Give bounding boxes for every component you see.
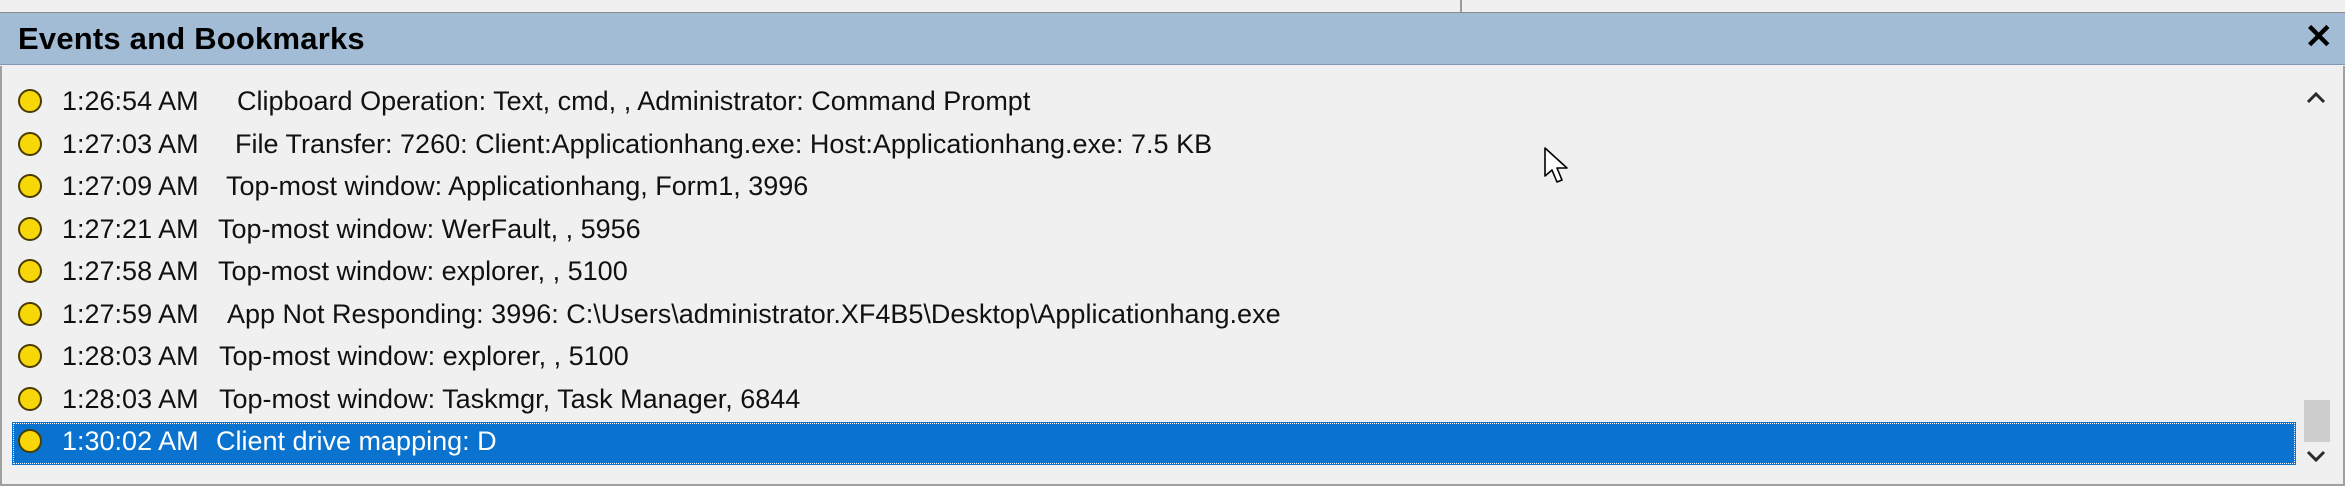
- event-message: Top-most window: explorer, , 5100: [218, 256, 628, 286]
- panel-titlebar: Events and Bookmarks ✕: [0, 13, 2345, 65]
- event-row[interactable]: 1:28:03 AM Top-most window: explorer, , …: [12, 337, 2296, 380]
- event-row[interactable]: 1:27:59 AM App Not Responding: 3996: C:\…: [12, 295, 2296, 338]
- event-row[interactable]: 1:27:58 AM Top-most window: explorer, , …: [12, 252, 2296, 295]
- event-time: 1:26:54 AM: [62, 86, 199, 116]
- events-panel: 1:26:54 AM Clipboard Operation: Text, cm…: [0, 66, 2345, 486]
- event-time: 1:28:03 AM: [62, 383, 199, 414]
- event-time: 1:27:59 AM: [62, 298, 199, 329]
- event-message: Top-most window: explorer, , 5100: [219, 341, 629, 371]
- mouse-pointer-icon: [1544, 147, 1568, 183]
- event-time: 1:27:03 AM: [62, 128, 199, 159]
- event-time: 1:30:02 AM: [62, 426, 199, 456]
- event-row[interactable]: 1:27:09 AM Top-most window: Applicationh…: [12, 167, 2296, 210]
- event-time: 1:28:03 AM: [62, 341, 199, 371]
- event-row[interactable]: 1:27:21 AM Top-most window: WerFault, , …: [12, 210, 2296, 253]
- yellow-circle-icon: [18, 89, 42, 113]
- vertical-scrollbar[interactable]: [2298, 76, 2334, 480]
- event-time: 1:27:09 AM: [62, 171, 199, 201]
- chevron-down-icon[interactable]: [2298, 438, 2334, 474]
- event-time: 1:27:21 AM: [62, 213, 199, 244]
- event-time: 1:27:58 AM: [62, 256, 199, 286]
- events-list: 1:26:54 AM Clipboard Operation: Text, cm…: [12, 82, 2296, 465]
- close-icon[interactable]: ✕: [2305, 19, 2334, 55]
- yellow-circle-icon: [18, 344, 42, 368]
- event-row[interactable]: 1:28:03 AM Top-most window: Taskmgr, Tas…: [12, 380, 2296, 423]
- yellow-circle-icon: [18, 386, 42, 411]
- event-row[interactable]: 1:26:54 AM Clipboard Operation: Text, cm…: [12, 82, 2296, 125]
- event-message: Top-most window: WerFault, , 5956: [218, 213, 641, 244]
- event-message: Clipboard Operation: Text, cmd, , Admini…: [237, 86, 1031, 116]
- yellow-circle-icon: [18, 131, 42, 156]
- event-message: Top-most window: Applicationhang, Form1,…: [226, 171, 809, 201]
- chevron-up-icon[interactable]: [2298, 80, 2334, 116]
- event-row[interactable]: 1:27:03 AM File Transfer: 7260: Client:A…: [12, 125, 2296, 168]
- yellow-circle-icon: [18, 429, 42, 453]
- yellow-circle-icon: [18, 174, 42, 198]
- top-strip: [0, 0, 2345, 13]
- event-message: File Transfer: 7260: Client:Applicationh…: [235, 128, 1213, 159]
- yellow-circle-icon: [18, 216, 42, 241]
- event-message: Top-most window: Taskmgr, Task Manager, …: [219, 383, 801, 414]
- event-row-selected[interactable]: 1:30:02 AM Client drive mapping: D: [12, 422, 2296, 465]
- event-message: App Not Responding: 3996: C:\Users\admin…: [227, 298, 1281, 329]
- yellow-circle-icon: [18, 301, 42, 326]
- scrollbar-thumb[interactable]: [2304, 400, 2330, 442]
- event-message: Client drive mapping: D: [216, 426, 497, 456]
- yellow-circle-icon: [18, 259, 42, 283]
- panel-title: Events and Bookmarks: [18, 21, 365, 56]
- splitter[interactable]: [1460, 0, 1462, 12]
